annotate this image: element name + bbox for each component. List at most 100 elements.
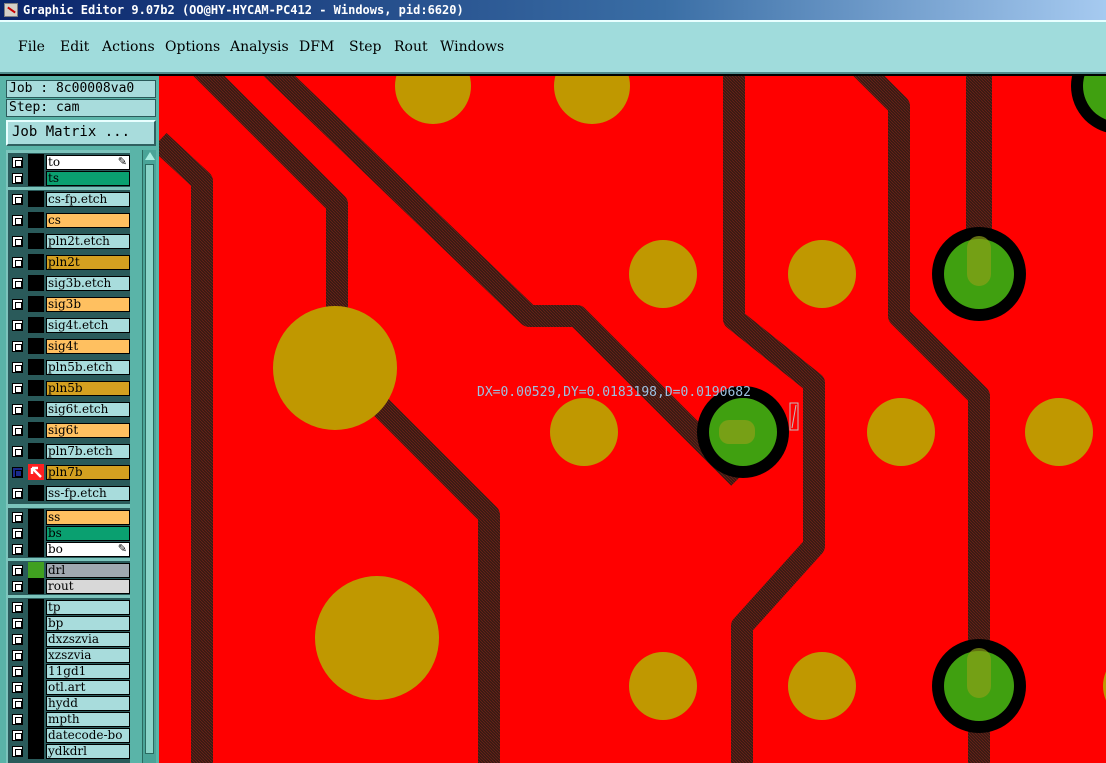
layer-visibility-checkbox[interactable] (12, 581, 23, 592)
layer-color-swatch[interactable] (28, 631, 44, 647)
layer-name-label[interactable]: tp (46, 600, 130, 615)
layer-row-ts[interactable]: ts (8, 170, 130, 186)
work-layer-arrow-icon[interactable] (28, 464, 44, 480)
layer-visibility-checkbox[interactable] (12, 215, 23, 226)
layer-color-swatch[interactable] (28, 154, 44, 170)
layer-name-label[interactable]: cs-fp.etch (46, 192, 130, 207)
layer-color-swatch[interactable] (28, 578, 44, 594)
layer-color-swatch[interactable] (28, 743, 44, 759)
layer-name-label[interactable]: bs (46, 526, 130, 541)
layer-color-swatch[interactable] (28, 727, 44, 743)
scroll-thumb[interactable] (145, 164, 154, 754)
layer-name-label[interactable]: sig4t (46, 339, 130, 354)
layer-name-label[interactable]: otl.art (46, 680, 130, 695)
layer-visibility-checkbox[interactable] (12, 528, 23, 539)
layer-visibility-checkbox[interactable] (12, 634, 23, 645)
layer-visibility-checkbox[interactable] (12, 257, 23, 268)
layer-visibility-checkbox[interactable] (12, 467, 23, 478)
layer-color-swatch[interactable] (28, 254, 44, 270)
layer-color-swatch[interactable] (28, 711, 44, 727)
layer-row-sig6t[interactable]: sig6t (8, 422, 130, 438)
layer-visibility-checkbox[interactable] (12, 320, 23, 331)
layer-row-sig4t-etch[interactable]: sig4t.etch (8, 317, 130, 333)
layer-name-label[interactable]: bo ✎ (46, 542, 130, 557)
menu-step[interactable]: Step (349, 39, 381, 55)
layer-name-label[interactable]: 11gd1 (46, 664, 130, 679)
layer-color-swatch[interactable] (28, 615, 44, 631)
layer-row-ss[interactable]: ss (8, 509, 130, 525)
layer-row-otl-art[interactable]: otl.art (8, 679, 130, 695)
layer-name-label[interactable]: ydkdrl (46, 744, 130, 759)
layer-row-ss-fp-etch[interactable]: ss-fp.etch (8, 485, 130, 501)
layer-row-ydkdrl[interactable]: ydkdrl (8, 743, 130, 759)
layer-visibility-checkbox[interactable] (12, 730, 23, 741)
layer-name-label[interactable]: to ✎ (46, 155, 130, 170)
layer-visibility-checkbox[interactable] (12, 341, 23, 352)
menu-rout[interactable]: Rout (394, 39, 428, 55)
layer-visibility-checkbox[interactable] (12, 512, 23, 523)
layer-row-datecode-bo[interactable]: datecode-bo (8, 727, 130, 743)
layer-visibility-checkbox[interactable] (12, 544, 23, 555)
layer-visibility-checkbox[interactable] (12, 425, 23, 436)
layer-row-hydd[interactable]: hydd (8, 695, 130, 711)
layer-name-label[interactable]: sig3b (46, 297, 130, 312)
menu-edit[interactable]: Edit (60, 39, 89, 55)
layer-color-swatch[interactable] (28, 359, 44, 375)
layer-row-rout[interactable]: rout (8, 578, 130, 594)
layer-color-swatch[interactable] (28, 663, 44, 679)
menu-file[interactable]: File (18, 39, 45, 55)
layer-color-swatch[interactable] (28, 401, 44, 417)
layer-color-swatch[interactable] (28, 338, 44, 354)
layer-visibility-checkbox[interactable] (12, 236, 23, 247)
layer-color-swatch[interactable] (28, 509, 44, 525)
layer-color-swatch[interactable] (28, 233, 44, 249)
layer-visibility-checkbox[interactable] (12, 714, 23, 725)
layer-name-label[interactable]: sig6t.etch (46, 402, 130, 417)
layer-name-label[interactable]: pln2t (46, 255, 130, 270)
layer-row-pln5b-etch[interactable]: pln5b.etch (8, 359, 130, 375)
layer-row-bp[interactable]: bp (8, 615, 130, 631)
layer-row-cs-fp-etch[interactable]: cs-fp.etch (8, 191, 130, 207)
layer-row-bs[interactable]: bs (8, 525, 130, 541)
layer-row-sig4t[interactable]: sig4t (8, 338, 130, 354)
layer-row-bo[interactable]: bo ✎ (8, 541, 130, 557)
layer-visibility-checkbox[interactable] (12, 666, 23, 677)
layer-name-label[interactable]: hydd (46, 696, 130, 711)
layer-name-label[interactable]: cs (46, 213, 130, 228)
layer-color-swatch[interactable] (28, 541, 44, 557)
layer-name-label[interactable]: sig4t.etch (46, 318, 130, 333)
layer-color-swatch[interactable] (28, 317, 44, 333)
layer-color-swatch[interactable] (28, 525, 44, 541)
layer-visibility-checkbox[interactable] (12, 698, 23, 709)
layer-row-cs[interactable]: cs (8, 212, 130, 228)
layer-visibility-checkbox[interactable] (12, 157, 23, 168)
layer-visibility-checkbox[interactable] (12, 299, 23, 310)
pcb-graphics-canvas[interactable] (159, 76, 1106, 763)
menu-actions[interactable]: Actions (102, 39, 155, 55)
job-matrix-button[interactable]: Job Matrix ... (6, 120, 156, 146)
layer-name-label[interactable]: bp (46, 616, 130, 631)
layer-visibility-checkbox[interactable] (12, 650, 23, 661)
layer-row-tp[interactable]: tp (8, 599, 130, 615)
layer-visibility-checkbox[interactable] (12, 404, 23, 415)
layer-visibility-checkbox[interactable] (12, 362, 23, 373)
layer-name-label[interactable]: ts (46, 171, 130, 186)
layer-color-swatch[interactable] (28, 191, 44, 207)
layer-visibility-checkbox[interactable] (12, 446, 23, 457)
layer-name-label[interactable]: drl (46, 563, 130, 578)
layer-row-dxzszvia[interactable]: dxzszvia (8, 631, 130, 647)
layer-name-label[interactable]: ss (46, 510, 130, 525)
menu-dfm[interactable]: DFM (299, 39, 334, 55)
layer-name-label[interactable]: pln7b.etch (46, 444, 130, 459)
scroll-up-arrow-icon[interactable] (145, 152, 155, 160)
layer-name-label[interactable]: sig3b.etch (46, 276, 130, 291)
layer-visibility-checkbox[interactable] (12, 488, 23, 499)
layer-color-swatch[interactable] (28, 485, 44, 501)
layer-name-label[interactable]: mpth (46, 712, 130, 727)
layer-visibility-checkbox[interactable] (12, 618, 23, 629)
layer-name-label[interactable]: pln5b.etch (46, 360, 130, 375)
layer-name-label[interactable]: dxzszvia (46, 632, 130, 647)
layer-visibility-checkbox[interactable] (12, 383, 23, 394)
layer-name-label[interactable]: xzszvia (46, 648, 130, 663)
menu-analysis[interactable]: Analysis (230, 39, 289, 55)
